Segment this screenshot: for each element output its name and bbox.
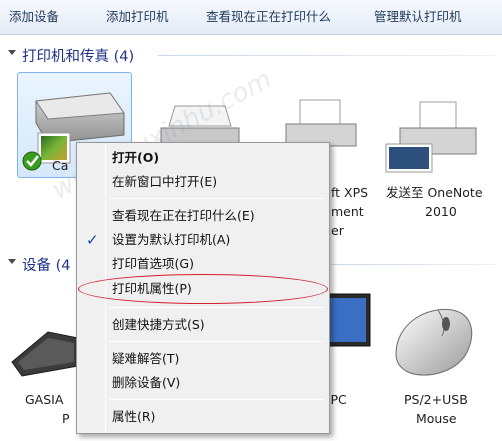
menu-item-set-default[interactable]: ✓ 设置为默认打印机(A) bbox=[80, 229, 326, 251]
menu-item-create-shortcut-label: 创建快捷方式(S) bbox=[112, 317, 205, 332]
menu-item-printing-preferences-label: 打印首选项(G) bbox=[112, 256, 194, 271]
add-device-button[interactable]: 添加设备 bbox=[9, 0, 59, 34]
context-menu: 打开(O) 在新窗口中打开(E) 查看现在正在打印什么(E) ✓ 设置为默认打印… bbox=[76, 142, 330, 434]
menu-separator bbox=[109, 341, 325, 342]
menu-item-set-default-label: 设置为默认打印机(A) bbox=[112, 232, 231, 247]
collapse-chevron-icon[interactable] bbox=[8, 259, 16, 264]
onenote-printer-label-2: 2010 bbox=[425, 204, 457, 219]
menu-item-printer-properties-label: 打印机属性(P) bbox=[112, 281, 192, 296]
onenote-printer-tile[interactable] bbox=[380, 96, 490, 176]
command-toolbar: 添加设备 添加打印机 查看现在正在打印什么 管理默认打印机 bbox=[0, 0, 502, 35]
menu-item-properties-label: 属性(R) bbox=[112, 409, 156, 424]
menu-item-open-new-window[interactable]: 在新窗口中打开(E) bbox=[80, 171, 326, 193]
collapse-chevron-icon[interactable] bbox=[8, 50, 16, 55]
menu-item-see-printing-label: 查看现在正在打印什么(E) bbox=[112, 208, 255, 223]
menu-item-remove-device-label: 删除设备(V) bbox=[112, 375, 181, 390]
menu-item-properties[interactable]: 属性(R) bbox=[80, 406, 326, 428]
menu-separator bbox=[109, 307, 325, 308]
add-printer-button[interactable]: 添加打印机 bbox=[106, 0, 169, 34]
menu-item-troubleshoot-label: 疑难解答(T) bbox=[112, 351, 180, 366]
menu-item-open-label: 打开(O) bbox=[112, 150, 160, 165]
menu-separator bbox=[109, 198, 325, 199]
onenote-printer-icon bbox=[385, 101, 477, 173]
xps-writer-label-2: ment bbox=[331, 204, 364, 219]
checkmark-icon: ✓ bbox=[86, 231, 99, 249]
xps-writer-label-1: ft XPS bbox=[331, 185, 369, 200]
manage-default-printers-button[interactable]: 管理默认打印机 bbox=[374, 0, 462, 34]
keyboard-icon bbox=[11, 331, 79, 377]
menu-item-open[interactable]: 打开(O) bbox=[80, 147, 326, 169]
menu-item-open-new-window-label: 在新窗口中打开(E) bbox=[112, 174, 218, 189]
see-whats-printing-button[interactable]: 查看现在正在打印什么 bbox=[206, 0, 331, 34]
group-divider bbox=[332, 264, 496, 265]
mouse-label-2: Mouse bbox=[416, 411, 457, 426]
group-divider bbox=[158, 55, 496, 56]
onenote-printer-label-1: 发送至 OneNote bbox=[386, 185, 483, 200]
keyboard-tile[interactable] bbox=[8, 318, 79, 380]
menu-separator bbox=[109, 399, 325, 400]
menu-item-remove-device[interactable]: 删除设备(V) bbox=[80, 372, 326, 394]
menu-item-create-shortcut[interactable]: 创建快捷方式(S) bbox=[80, 314, 326, 336]
xps-writer-label-3: er bbox=[331, 223, 344, 238]
devices-group-title: 设备 (4 bbox=[22, 258, 71, 274]
keyboard-label-2: P bbox=[62, 411, 70, 426]
menu-item-printer-properties[interactable]: 打印机属性(P) bbox=[80, 278, 326, 300]
printers-group-title: 打印机和传真 (4) bbox=[22, 49, 135, 65]
menu-item-printing-preferences[interactable]: 打印首选项(G) bbox=[80, 253, 326, 275]
printers-group-header[interactable]: 打印机和传真 (4) bbox=[0, 45, 502, 65]
mouse-icon bbox=[395, 308, 473, 376]
mouse-tile[interactable] bbox=[386, 300, 480, 382]
mouse-label-1: PS/2+USB bbox=[404, 392, 468, 407]
menu-item-troubleshoot[interactable]: 疑难解答(T) bbox=[80, 348, 326, 370]
keyboard-label-1: GASIA bbox=[25, 392, 64, 407]
menu-item-see-printing[interactable]: 查看现在正在打印什么(E) bbox=[80, 205, 326, 227]
